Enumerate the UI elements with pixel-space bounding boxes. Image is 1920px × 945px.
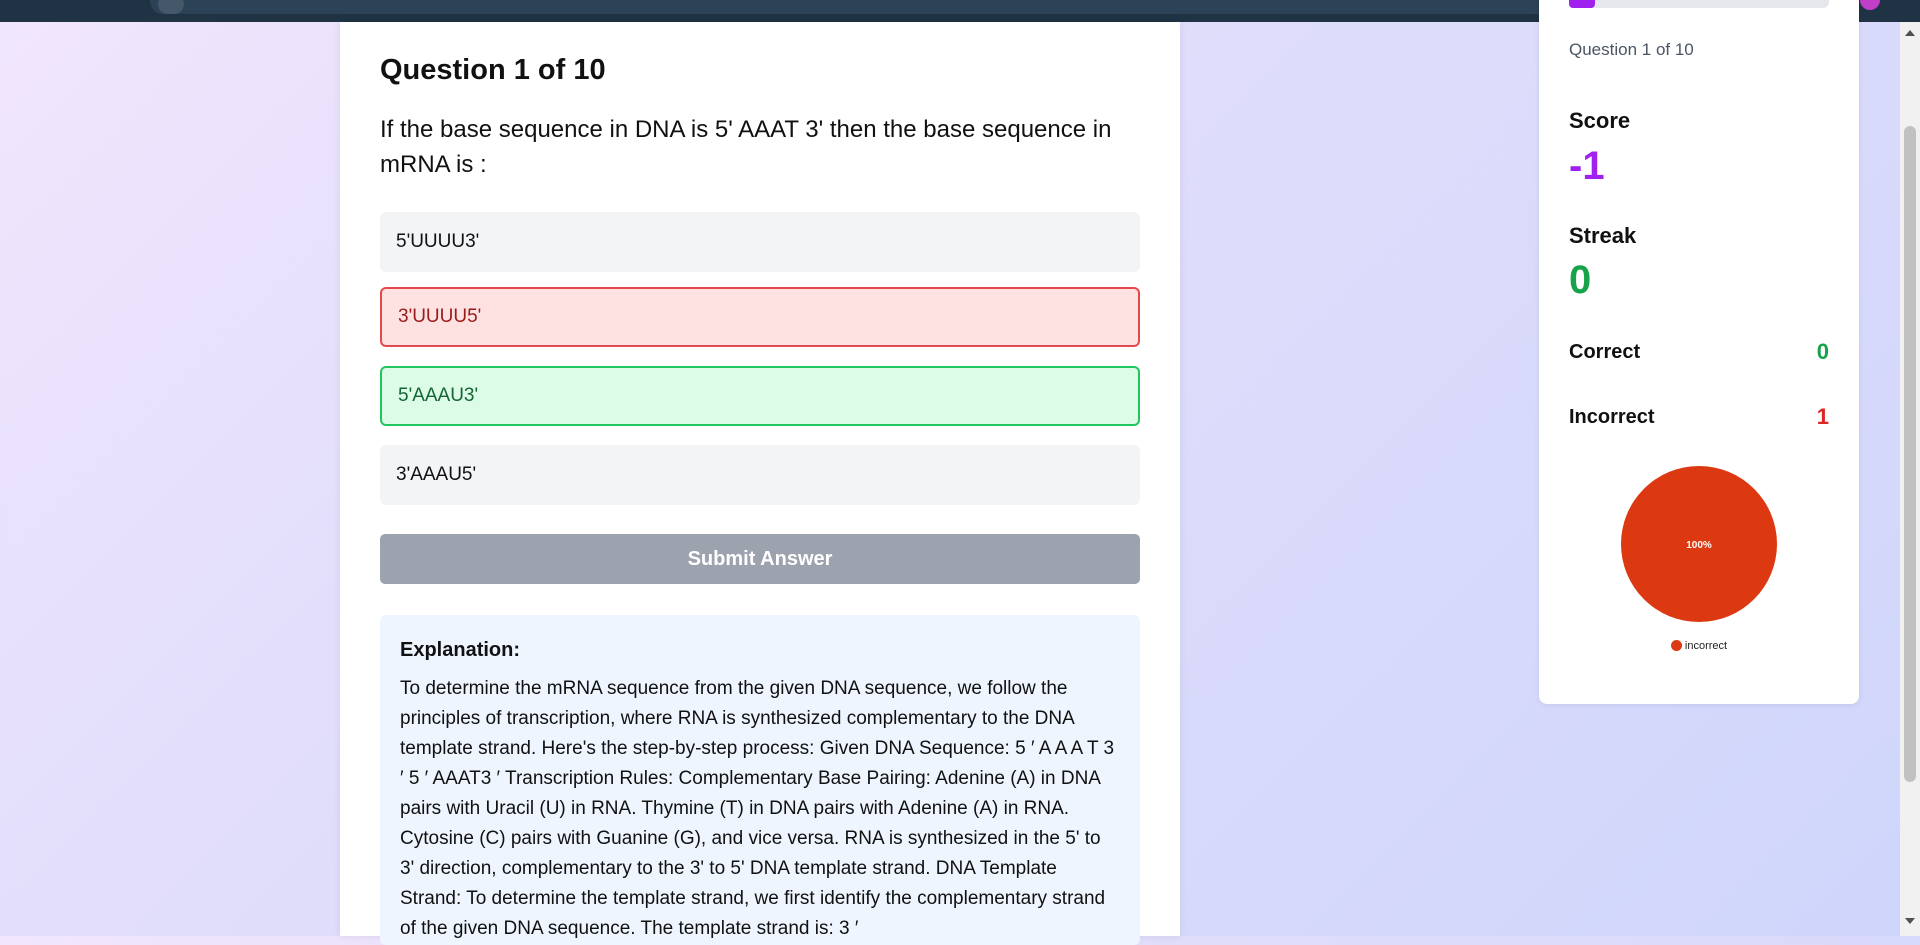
legend-swatch-incorrect [1670, 640, 1682, 651]
answer-option-3-correct[interactable]: 5'AAAU3' [380, 366, 1140, 426]
address-bar[interactable] [150, 0, 1655, 14]
question-title: Question 1 of 10 [380, 54, 606, 86]
site-info-icon[interactable] [158, 0, 184, 14]
profile-avatar-icon[interactable] [1860, 0, 1880, 10]
question-text: If the base sequence in DNA is 5' AAAT 3… [380, 116, 1112, 178]
pie-chart-svg: 100% [1621, 466, 1777, 622]
pie-legend: incorrect [1617, 640, 1781, 652]
incorrect-count: 1 [1816, 404, 1829, 429]
explanation-text: To determine the mRNA sequence from the … [400, 678, 1115, 939]
scrollbar-thumb[interactable] [1904, 126, 1916, 782]
streak-label: Streak [1569, 223, 1637, 248]
legend-label-incorrect: incorrect [1684, 640, 1728, 652]
correct-label: Correct [1569, 341, 1641, 363]
sidebar-question-counter: Question 1 of 10 [1569, 40, 1694, 59]
pie-data-label-incorrect: 100% [1686, 540, 1712, 551]
progress-bar [1569, 0, 1829, 8]
quiz-card: Question 1 of 10 If the base sequence in… [340, 22, 1180, 945]
explanation-panel: Explanation: To determine the mRNA seque… [380, 615, 1140, 945]
streak-value: 0 [1569, 258, 1592, 302]
answer-option-1[interactable]: 5'UUUU3' [380, 212, 1140, 272]
explanation-title: Explanation: [400, 639, 521, 661]
submit-answer-button[interactable]: Submit Answer [380, 534, 1140, 584]
answer-option-2-incorrect[interactable]: 3'UUUU5' [380, 287, 1140, 347]
page-scrollbar[interactable] [1900, 22, 1920, 936]
score-value: -1 [1569, 144, 1605, 188]
stats-sidebar: Question 1 of 10 Score -1 Streak 0 Corre… [1539, 0, 1859, 704]
correct-count: 0 [1816, 339, 1829, 364]
results-pie-chart: 100% incorrect [1617, 462, 1781, 662]
score-label: Score [1569, 108, 1631, 133]
scroll-down-arrow-icon[interactable] [1905, 918, 1915, 924]
incorrect-label: Incorrect [1569, 406, 1655, 428]
scroll-up-arrow-icon[interactable] [1905, 30, 1915, 36]
progress-bar-fill [1569, 0, 1595, 8]
answer-option-4[interactable]: 3'AAAU5' [380, 445, 1140, 505]
